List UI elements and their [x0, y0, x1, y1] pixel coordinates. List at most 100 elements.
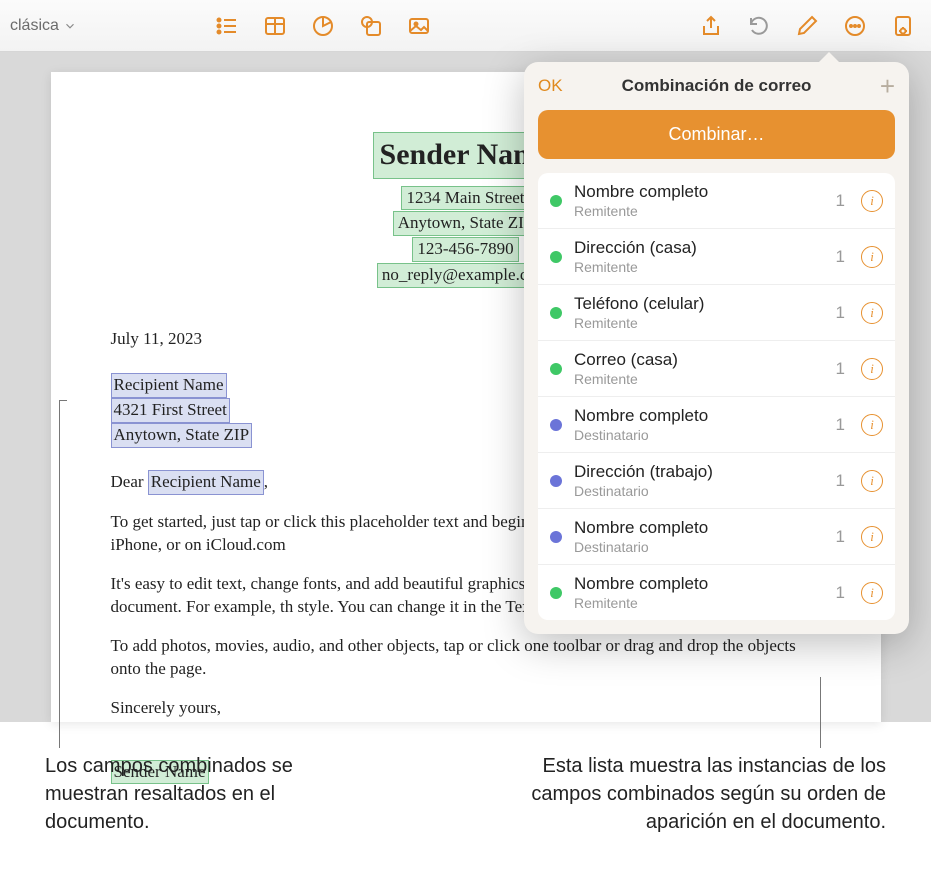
- field-text: Dirección (trabajo)Destinatario: [574, 462, 824, 499]
- field-text: Nombre completoRemitente: [574, 574, 824, 611]
- merge-field-sender-city[interactable]: Anytown, State ZIP: [393, 211, 539, 236]
- field-name-label: Correo (casa): [574, 350, 824, 370]
- callout-right: Esta lista muestra las instancias de los…: [505, 752, 886, 836]
- field-name-label: Nombre completo: [574, 182, 824, 202]
- greeting-prefix: Dear: [111, 472, 148, 491]
- field-role-label: Destinatario: [574, 539, 824, 555]
- info-icon[interactable]: i: [861, 358, 883, 380]
- table-icon: [263, 14, 287, 38]
- field-role-label: Remitente: [574, 203, 824, 219]
- paragraph-style-selector[interactable]: clásica: [10, 17, 85, 35]
- greeting-suffix: ,: [264, 472, 268, 491]
- field-role-label: Remitente: [574, 315, 824, 331]
- field-color-dot: [550, 251, 562, 263]
- field-text: Teléfono (celular)Remitente: [574, 294, 824, 331]
- field-text: Nombre completoDestinatario: [574, 406, 824, 443]
- field-count: 1: [836, 583, 845, 603]
- merge-field-sender-street[interactable]: 1234 Main Street: [401, 186, 529, 211]
- field-name-label: Nombre completo: [574, 518, 824, 538]
- field-name-label: Dirección (casa): [574, 238, 824, 258]
- field-color-dot: [550, 587, 562, 599]
- merge-field-greeting-name[interactable]: Recipient Name: [148, 470, 264, 495]
- field-name-label: Dirección (trabajo): [574, 462, 824, 482]
- field-color-dot: [550, 475, 562, 487]
- field-text: Nombre completoDestinatario: [574, 518, 824, 555]
- body-paragraph[interactable]: To add photos, movies, audio, and other …: [111, 635, 821, 681]
- list-icon: [215, 14, 239, 38]
- merge-field-recipient-name[interactable]: Recipient Name: [111, 373, 227, 398]
- document-options-button[interactable]: [885, 8, 921, 44]
- info-icon[interactable]: i: [861, 302, 883, 324]
- add-field-button[interactable]: +: [880, 76, 895, 96]
- shape-button[interactable]: [353, 8, 389, 44]
- field-role-label: Remitente: [574, 595, 824, 611]
- paintbrush-icon: [795, 14, 819, 38]
- info-icon[interactable]: i: [861, 190, 883, 212]
- field-color-dot: [550, 363, 562, 375]
- field-color-dot: [550, 531, 562, 543]
- merge-field-row[interactable]: Nombre completoRemitente 1i: [538, 173, 895, 229]
- field-role-label: Remitente: [574, 371, 824, 387]
- closing-text[interactable]: Sincerely yours,: [111, 697, 821, 720]
- undo-button[interactable]: [741, 8, 777, 44]
- merge-field-row[interactable]: Nombre completoRemitente 1i: [538, 565, 895, 620]
- document-icon: [891, 14, 915, 38]
- field-color-dot: [550, 419, 562, 431]
- field-count: 1: [836, 471, 845, 491]
- merge-field-row[interactable]: Correo (casa)Remitente 1i: [538, 341, 895, 397]
- merge-field-sender-phone[interactable]: 123-456-7890: [412, 237, 518, 262]
- callouts: Los campos combinados se muestran resalt…: [0, 722, 931, 836]
- field-count: 1: [836, 527, 845, 547]
- info-icon[interactable]: i: [861, 414, 883, 436]
- field-role-label: Destinatario: [574, 483, 824, 499]
- field-role-label: Destinatario: [574, 427, 824, 443]
- chart-button[interactable]: [305, 8, 341, 44]
- merge-field-row[interactable]: Dirección (trabajo)Destinatario 1i: [538, 453, 895, 509]
- chart-icon: [311, 14, 335, 38]
- field-role-label: Remitente: [574, 259, 824, 275]
- share-button[interactable]: [693, 8, 729, 44]
- field-count: 1: [836, 303, 845, 323]
- field-text: Nombre completoRemitente: [574, 182, 824, 219]
- more-button[interactable]: [837, 8, 873, 44]
- combine-button[interactable]: Combinar…: [538, 110, 895, 159]
- field-count: 1: [836, 415, 845, 435]
- field-name-label: Nombre completo: [574, 574, 824, 594]
- chevron-down-icon: [63, 19, 77, 33]
- info-icon[interactable]: i: [861, 582, 883, 604]
- table-button[interactable]: [257, 8, 293, 44]
- media-button[interactable]: [401, 8, 437, 44]
- field-text: Dirección (casa)Remitente: [574, 238, 824, 275]
- mail-merge-popover: OK Combinación de correo + Combinar… Nom…: [524, 62, 909, 634]
- merge-field-row[interactable]: Nombre completoDestinatario 1i: [538, 509, 895, 565]
- undo-icon: [747, 14, 771, 38]
- popover-title: Combinación de correo: [524, 76, 909, 96]
- info-icon[interactable]: i: [861, 526, 883, 548]
- shape-icon: [359, 14, 383, 38]
- merge-field-list: Nombre completoRemitente1iDirección (cas…: [538, 173, 895, 620]
- share-icon: [699, 14, 723, 38]
- info-icon[interactable]: i: [861, 246, 883, 268]
- info-icon[interactable]: i: [861, 470, 883, 492]
- field-count: 1: [836, 191, 845, 211]
- field-text: Correo (casa)Remitente: [574, 350, 824, 387]
- field-name-label: Teléfono (celular): [574, 294, 824, 314]
- merge-field-recipient-city[interactable]: Anytown, State ZIP: [111, 423, 253, 448]
- field-color-dot: [550, 307, 562, 319]
- list-button[interactable]: [209, 8, 245, 44]
- format-button[interactable]: [789, 8, 825, 44]
- field-color-dot: [550, 195, 562, 207]
- field-count: 1: [836, 247, 845, 267]
- ok-button[interactable]: OK: [538, 76, 563, 96]
- popover-header: OK Combinación de correo +: [538, 76, 895, 96]
- merge-field-row[interactable]: Nombre completoDestinatario 1i: [538, 397, 895, 453]
- field-count: 1: [836, 359, 845, 379]
- merge-field-row[interactable]: Teléfono (celular)Remitente 1i: [538, 285, 895, 341]
- callout-leader-left: [59, 400, 60, 748]
- more-icon: [843, 14, 867, 38]
- merge-field-recipient-street[interactable]: 4321 First Street: [111, 398, 230, 423]
- field-name-label: Nombre completo: [574, 406, 824, 426]
- merge-field-row[interactable]: Dirección (casa)Remitente 1i: [538, 229, 895, 285]
- toolbar: clásica: [0, 0, 931, 52]
- callout-left: Los campos combinados se muestran resalt…: [45, 752, 365, 836]
